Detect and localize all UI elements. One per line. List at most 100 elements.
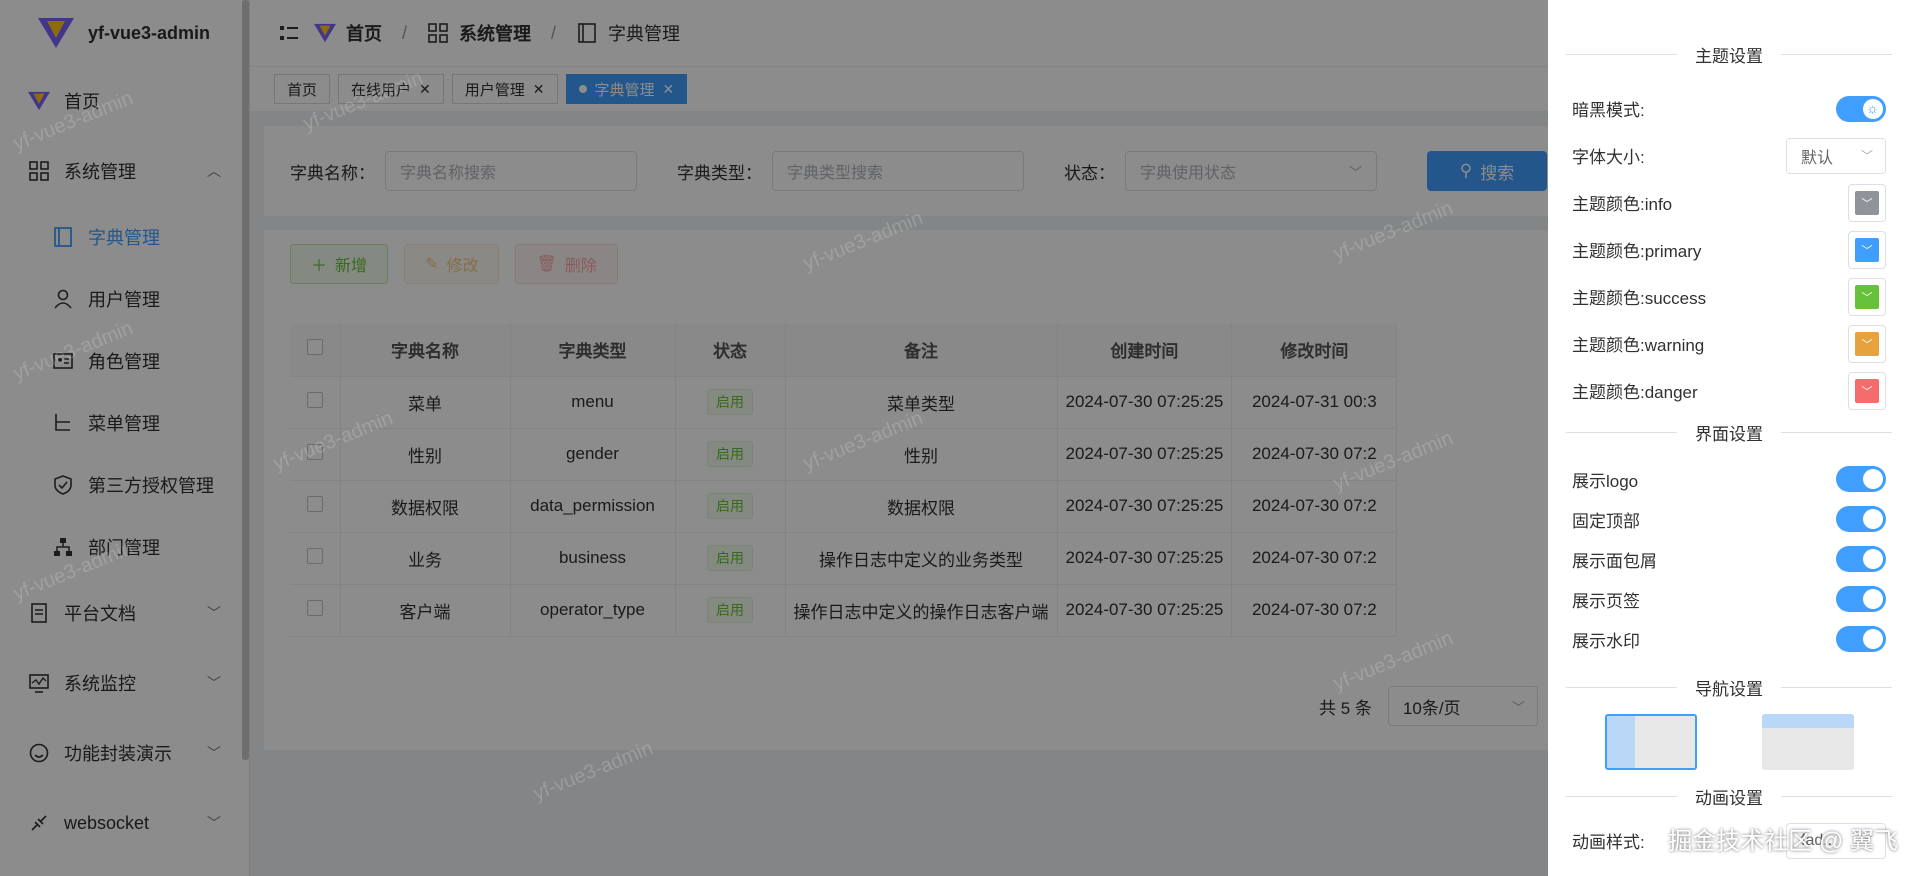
breadcrumb-home[interactable]: 首页 [314, 20, 382, 46]
col-header[interactable]: 字典名称 [340, 324, 511, 377]
color-danger-picker[interactable]: ﹀ [1848, 371, 1886, 410]
select-all-cell [290, 324, 341, 377]
status-badge: 启用 [707, 389, 753, 415]
table-row[interactable]: 业务 business 启用 操作日志中定义的业务类型 2024-07-30 0… [290, 532, 1398, 585]
menu-websocket-label: websocket [64, 812, 150, 833]
row-checkbox[interactable] [306, 547, 323, 564]
row-checkbox[interactable] [306, 599, 323, 616]
menu-menu[interactable]: 菜单管理 [0, 392, 249, 454]
nav-title: 导航设置 [1695, 680, 1763, 699]
col-header[interactable]: 创建时间 [1057, 324, 1233, 377]
status-badge: 启用 [707, 545, 753, 571]
menu-dict-label: 字典管理 [88, 228, 160, 248]
delete-label: 删除 [564, 258, 597, 275]
tab-users[interactable]: 用户管理 ✕ [451, 74, 558, 104]
color-info-picker[interactable]: ﹀ [1848, 183, 1886, 222]
dict-name-input[interactable]: 字典名称搜索 [385, 151, 637, 191]
id-card-icon [52, 350, 74, 372]
show-watermark-toggle[interactable] [1836, 626, 1886, 652]
cell-status: 启用 [675, 584, 786, 637]
table-row[interactable]: 客户端 operator_type 启用 操作日志中定义的操作日志客户端 202… [290, 584, 1398, 637]
close-icon[interactable]: ✕ [663, 81, 675, 98]
table-header-row: 字典名称 字典类型 状态 备注 创建时间 修改时间 [290, 324, 1398, 377]
breadcrumb-system[interactable]: 系统管理 [427, 20, 531, 46]
col-header[interactable]: 备注 [785, 324, 1058, 377]
show-breadcrumb-toggle[interactable] [1836, 546, 1886, 572]
menu-role[interactable]: 角色管理 [0, 330, 249, 392]
menu-dept[interactable]: 部门管理 [0, 516, 249, 578]
status-select[interactable]: 字典使用状态 ﹀ [1125, 151, 1377, 191]
delete-button[interactable]: 🗑 删除 [515, 244, 618, 284]
cell-name: 业务 [340, 532, 511, 585]
menu-docs[interactable]: 平台文档 ﹀ [0, 578, 249, 648]
row-checkbox[interactable] [306, 391, 323, 408]
tab-home[interactable]: 首页 [274, 74, 331, 104]
nav-layout-side[interactable] [1604, 714, 1697, 770]
color-primary-picker[interactable]: ﹀ [1848, 230, 1886, 269]
menu-dict[interactable]: 字典管理 [0, 206, 249, 268]
table-row[interactable]: 性别 gender 启用 性别 2024-07-30 07:25:25 2024… [290, 428, 1398, 481]
trash-icon: 🗑 [536, 256, 557, 273]
chevron-down-icon: ﹀ [1855, 237, 1879, 262]
show-watermark-label: 展示水印 [1572, 631, 1640, 651]
menu-user[interactable]: 用户管理 [0, 268, 249, 330]
dark-mode-toggle[interactable]: ☼ [1836, 95, 1886, 122]
tab-online-users[interactable]: 在线用户 ✕ [338, 74, 444, 104]
menu-system[interactable]: 系统管理 ︿ [0, 136, 249, 206]
menu-monitor[interactable]: 系统监控 ﹀ [0, 648, 249, 718]
menu-fold-icon[interactable] [278, 22, 300, 44]
search-icon: ⚲ [1459, 161, 1473, 180]
cell-remark: 菜单类型 [785, 376, 1058, 429]
edit-button[interactable]: ✎ 修改 [404, 244, 500, 284]
cell-remark: 操作日志中定义的业务类型 [785, 532, 1058, 585]
select-all-checkbox[interactable] [306, 339, 323, 356]
color-success-label: 主题颜色:success [1572, 289, 1707, 308]
color-warning-row: 主题颜色:warning ﹀ [1572, 320, 1886, 367]
menu-demo[interactable]: 功能封装演示 ﹀ [0, 718, 249, 788]
tab-label: 字典管理 [594, 81, 655, 99]
cell-status: 启用 [675, 428, 786, 481]
color-success-row: 主题颜色:success ﹀ [1572, 273, 1886, 320]
table-row[interactable]: 数据权限 data_permission 启用 数据权限 2024-07-30 … [290, 480, 1398, 533]
cell-created: 2024-07-30 07:25:25 [1057, 376, 1233, 429]
plus-icon: ＋ [311, 258, 328, 275]
show-tabs-toggle[interactable] [1836, 586, 1886, 612]
page-size-select[interactable]: 10条/页 ﹀ [1387, 686, 1538, 726]
fixed-header-toggle[interactable] [1836, 506, 1886, 532]
dict-type-input[interactable]: 字典类型搜索 [772, 151, 1024, 191]
anim-label: 动画样式: [1572, 833, 1645, 852]
col-header[interactable]: 状态 [675, 324, 786, 377]
edit-label: 修改 [446, 258, 479, 275]
row-checkbox[interactable] [306, 443, 323, 460]
font-size-select[interactable]: 默认 ﹀ [1786, 137, 1886, 174]
logo: yf-vue3-admin [0, 0, 249, 66]
sidebar-scrollbar[interactable] [242, 0, 249, 760]
cell-modified: 2024-07-30 07:2 [1231, 532, 1398, 585]
col-header[interactable]: 字典类型 [510, 324, 676, 377]
tab-dict[interactable]: 字典管理 ✕ [565, 74, 688, 104]
cell-modified: 2024-07-30 07:2 [1231, 584, 1398, 637]
row-select-cell [290, 376, 341, 429]
show-logo-row: 展示logo [1572, 459, 1886, 499]
color-danger-row: 主题颜色:danger ﹀ [1572, 367, 1886, 414]
credit-watermark: 掘金技术社区 @ 翼飞 [1668, 828, 1898, 855]
color-warning-picker[interactable]: ﹀ [1848, 324, 1886, 363]
color-success-picker[interactable]: ﹀ [1848, 277, 1886, 316]
menu-home[interactable]: 首页 [0, 66, 249, 136]
close-icon[interactable]: ✕ [533, 81, 545, 98]
table-row[interactable]: 菜单 menu 启用 菜单类型 2024-07-30 07:25:25 2024… [290, 376, 1398, 429]
menu-oauth[interactable]: 第三方授权管理 [0, 454, 249, 516]
show-logo-toggle[interactable] [1836, 466, 1886, 492]
status-badge: 启用 [707, 441, 753, 467]
dict-name-field: 字典名称： 字典名称搜索 [290, 151, 637, 191]
menu-websocket[interactable]: websocket ﹀ [0, 788, 249, 858]
row-checkbox[interactable] [306, 495, 323, 512]
tab-label: 首页 [287, 81, 318, 99]
col-header[interactable]: 修改时间 [1231, 324, 1398, 377]
document-icon [28, 602, 50, 624]
nav-layout-top[interactable] [1761, 714, 1854, 770]
add-button[interactable]: ＋ 新增 [290, 244, 389, 284]
monitor-icon [28, 672, 50, 694]
search-button[interactable]: ⚲ 搜索 [1427, 151, 1547, 191]
close-icon[interactable]: ✕ [419, 81, 431, 98]
